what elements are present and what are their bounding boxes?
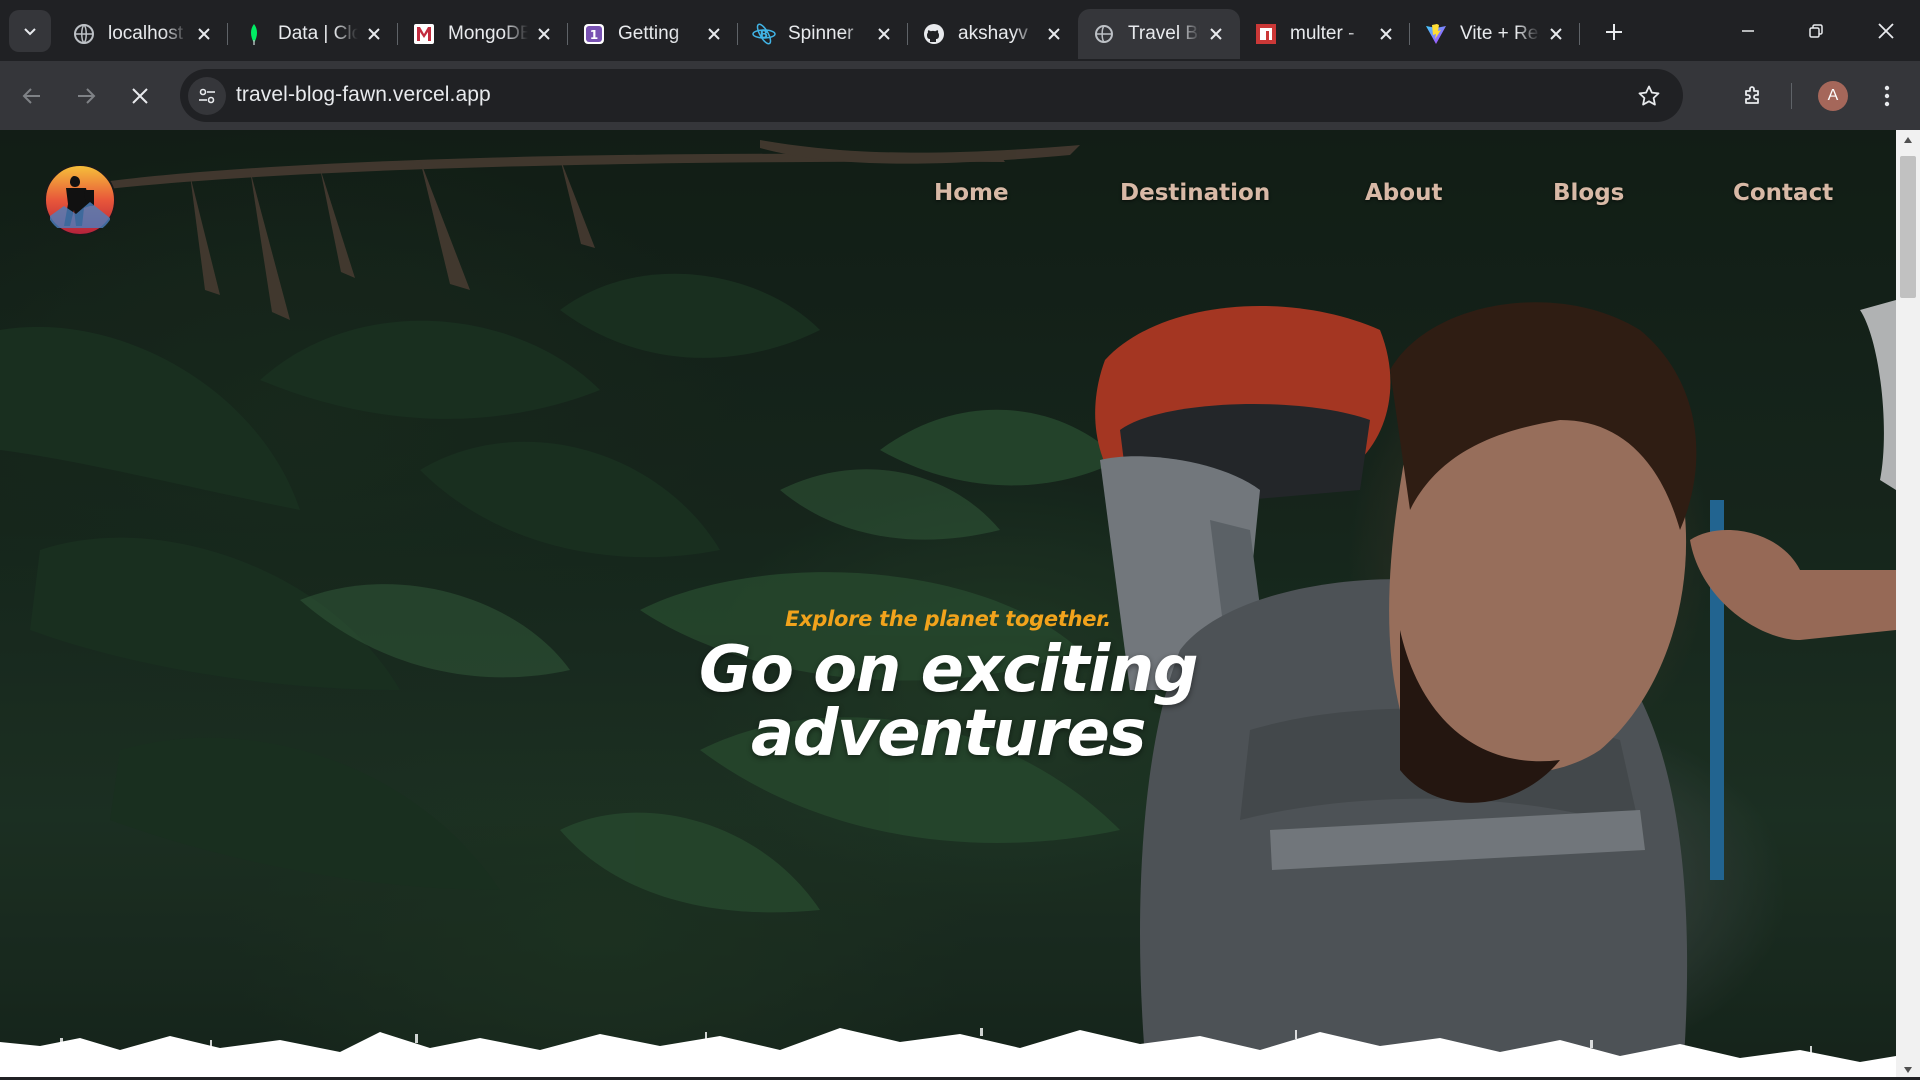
nav-blogs[interactable]: Blogs <box>1553 180 1624 206</box>
hero-section: Home Destination About Blogs Contact Exp… <box>0 130 1896 1080</box>
page-scrollbar[interactable] <box>1896 130 1920 1080</box>
new-tab-button[interactable] <box>1598 16 1630 48</box>
close-icon[interactable] <box>364 24 384 44</box>
nav-home[interactable]: Home <box>934 180 1009 206</box>
star-icon <box>1638 85 1660 106</box>
loading-globe-icon <box>1092 22 1116 46</box>
triangle-down-icon <box>1904 1067 1912 1073</box>
tune-icon <box>199 88 215 104</box>
tab-title: Data | Cloud <box>278 23 358 44</box>
close-icon[interactable] <box>1546 24 1566 44</box>
close-icon[interactable] <box>194 24 214 44</box>
site-info-button[interactable] <box>188 77 226 115</box>
hero-headline-line-1: Go on exciting <box>698 633 1199 707</box>
chevron-down-icon <box>24 28 36 36</box>
tab-title: multer - <box>1290 23 1355 44</box>
tab-title: MongoDB <box>448 23 528 44</box>
tab-title: akshayv <box>958 23 1028 44</box>
vite-icon <box>1424 22 1448 46</box>
browser-menu-button[interactable] <box>1872 78 1902 114</box>
minimize-button[interactable] <box>1714 0 1782 61</box>
tab-vite-react[interactable]: Vite + React <box>1410 9 1580 59</box>
tab-title: Getting <box>618 23 680 44</box>
minimize-icon <box>1742 29 1754 32</box>
main-nav: Home Destination About Blogs Contact <box>0 180 1896 220</box>
tab-title: localhost <box>108 23 183 44</box>
stop-loading-button[interactable] <box>122 78 158 114</box>
nav-contact[interactable]: Contact <box>1733 180 1833 206</box>
tab-strip: localhost Data | Cloud MongoDB 1 Getting… <box>0 0 1920 61</box>
mongodb-leaf-icon <box>242 22 266 46</box>
hero-headline: Go on exciting adventures <box>0 638 1896 766</box>
bookmark-button[interactable] <box>1635 82 1663 110</box>
tab-data-cloud[interactable]: Data | Cloud <box>228 9 398 59</box>
close-icon[interactable] <box>1376 24 1396 44</box>
page-viewport: Home Destination About Blogs Contact Exp… <box>0 130 1896 1080</box>
profile-avatar[interactable]: A <box>1818 81 1848 111</box>
close-icon[interactable] <box>1044 24 1064 44</box>
arrow-right-icon <box>78 88 96 104</box>
tab-search-button[interactable] <box>9 10 51 52</box>
toolbar-divider <box>1791 83 1792 109</box>
browser-toolbar: travel-blog-fawn.vercel.app A <box>0 61 1920 130</box>
tab-travel-blog[interactable]: Travel Blog <box>1078 9 1240 59</box>
tab-getting-started[interactable]: 1 Getting <box>568 9 738 59</box>
more-vert-icon <box>1884 85 1890 107</box>
close-icon[interactable] <box>874 24 894 44</box>
hero-tagline: Explore the planet together. <box>785 607 1111 631</box>
tab-mongodb[interactable]: MongoDB <box>398 9 568 59</box>
triangle-up-icon <box>1904 137 1912 143</box>
react-bootstrap-icon: B <box>752 22 776 46</box>
forward-button[interactable] <box>68 78 104 114</box>
plus-icon <box>1606 24 1622 40</box>
close-icon[interactable] <box>1206 24 1226 44</box>
close-icon[interactable] <box>704 24 724 44</box>
scroll-up-button[interactable] <box>1896 130 1920 150</box>
m-logo-icon <box>412 22 436 46</box>
arrow-left-icon <box>22 88 40 104</box>
url-text[interactable]: travel-blog-fawn.vercel.app <box>236 83 491 107</box>
back-button[interactable] <box>14 78 50 114</box>
tab-title: Vite + React <box>1460 23 1540 44</box>
close-icon <box>1878 22 1894 39</box>
tab-title: Travel Blog <box>1128 23 1200 44</box>
tab-multer[interactable]: multer - <box>1240 9 1410 59</box>
nav-destination[interactable]: Destination <box>1120 180 1270 206</box>
nav-about[interactable]: About <box>1365 180 1442 206</box>
github-icon <box>922 22 946 46</box>
restore-button[interactable] <box>1782 0 1850 61</box>
extensions-button[interactable] <box>1735 78 1771 114</box>
tab-spinner[interactable]: B Spinner <box>738 9 908 59</box>
globe-icon <box>72 22 96 46</box>
tab-github[interactable]: akshayv <box>908 9 1078 59</box>
npm-icon <box>1254 22 1278 46</box>
scrollbar-thumb[interactable] <box>1900 156 1916 298</box>
close-icon <box>132 88 148 104</box>
svg-text:B: B <box>760 28 768 41</box>
close-icon[interactable] <box>534 24 554 44</box>
tab-localhost[interactable]: localhost <box>58 9 228 59</box>
hero-headline-line-2: adventures <box>751 697 1146 771</box>
tab-list: localhost Data | Cloud MongoDB 1 Getting… <box>58 9 1580 59</box>
address-bar[interactable]: travel-blog-fawn.vercel.app <box>180 69 1683 122</box>
restore-icon <box>1809 23 1823 38</box>
puzzle-icon <box>1745 86 1759 104</box>
close-window-button[interactable] <box>1852 0 1920 61</box>
bootstrap-icon: 1 <box>582 22 606 46</box>
brush-stroke-divider <box>0 1028 1896 1080</box>
svg-text:1: 1 <box>590 28 598 42</box>
tab-title: Spinner <box>788 23 854 44</box>
